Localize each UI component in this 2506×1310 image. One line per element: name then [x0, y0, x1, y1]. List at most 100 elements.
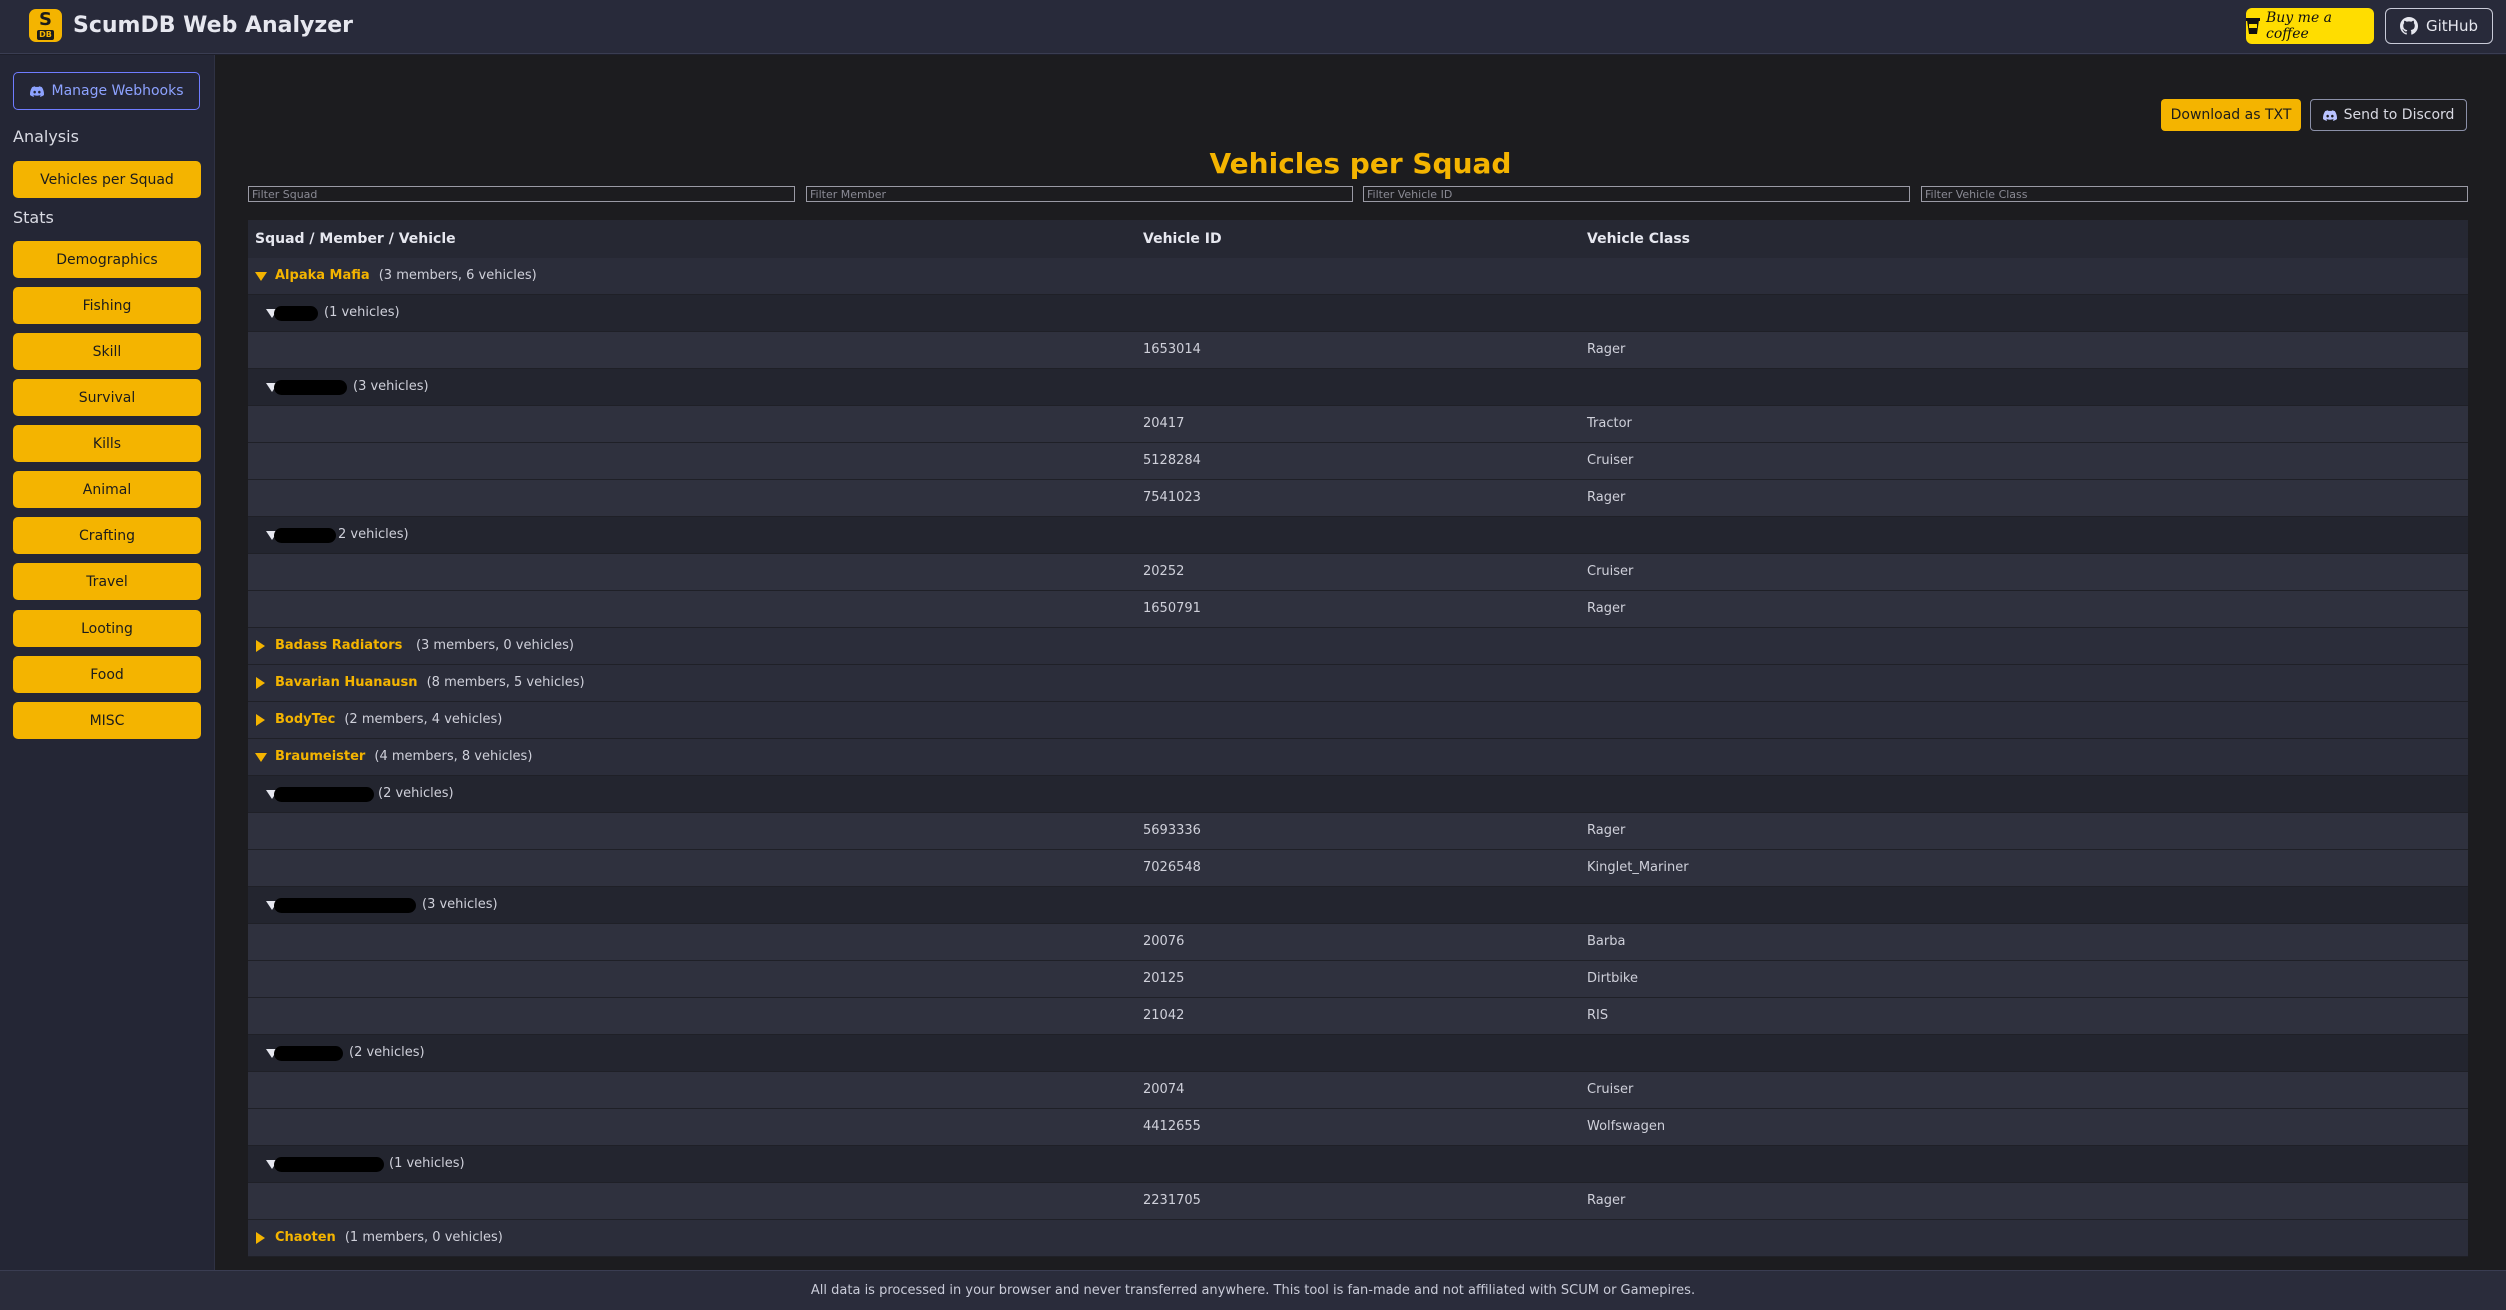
vehicle-class: Tractor [1587, 416, 1632, 431]
squad-row[interactable]: Bavarian Huanausn (8 members, 5 vehicles… [248, 665, 2468, 702]
vehicles-table: Squad / Member / Vehicle Vehicle ID Vehi… [248, 220, 2468, 1257]
member-meta: (3 vehicles) [353, 379, 429, 394]
vehicle-id: 1650791 [1143, 601, 1201, 616]
member-meta: (3 vehicles) [422, 897, 498, 912]
squad-meta: (4 members, 8 vehicles) [374, 749, 533, 764]
sidebar-item-travel[interactable]: Travel [13, 563, 201, 600]
squad-meta: (1 members, 0 vehicles) [344, 1230, 503, 1245]
sidebar-item-demographics[interactable]: Demographics [13, 241, 201, 278]
vehicle-class: Dirtbike [1587, 971, 1638, 986]
download-txt-button[interactable]: Download as TXT [2161, 99, 2301, 131]
vehicle-id: 7541023 [1143, 490, 1201, 505]
filter-member-input[interactable] [806, 186, 1353, 202]
redacted-member-name [274, 380, 347, 395]
vehicle-id: 20252 [1143, 564, 1185, 579]
redacted-member-name [274, 528, 336, 543]
app-logo-icon: S DB [29, 9, 62, 42]
member-row[interactable]: 2 vehicles) [248, 517, 2468, 554]
vehicle-id: 20417 [1143, 416, 1185, 431]
squad-meta: (8 members, 5 vehicles) [426, 675, 585, 690]
member-row[interactable]: (2 vehicles) [248, 776, 2468, 813]
filter-vehicle-id-input[interactable] [1363, 186, 1910, 202]
vehicle-class: Rager [1587, 823, 1626, 838]
collapse-caret-icon [256, 640, 265, 652]
collapse-caret-icon [256, 714, 265, 726]
member-meta: 2 vehicles) [338, 527, 409, 542]
sidebar-item-fishing[interactable]: Fishing [13, 287, 201, 324]
vehicle-id: 20076 [1143, 934, 1185, 949]
github-label: GitHub [2426, 17, 2478, 35]
vehicle-row: 2231705 Rager [248, 1183, 2468, 1220]
squad-row[interactable]: Chaoten (1 members, 0 vehicles) [248, 1220, 2468, 1257]
filter-vehicle-class-input[interactable] [1921, 186, 2468, 202]
collapse-caret-icon [256, 677, 265, 689]
send-to-discord-button[interactable]: Send to Discord [2310, 99, 2467, 131]
logo-letter: S [39, 9, 52, 30]
squad-name: Badass Radiators (3 members, 0 vehicles) [275, 638, 574, 653]
redacted-member-name [274, 1157, 384, 1172]
member-meta: (1 vehicles) [389, 1156, 465, 1171]
vehicle-row: 20125 Dirtbike [248, 961, 2468, 998]
member-row[interactable]: (1 vehicles) [248, 1146, 2468, 1183]
discord-icon [29, 85, 44, 97]
member-row[interactable]: (3 vehicles) [248, 887, 2468, 924]
vehicle-row: 1653014 Rager [248, 332, 2468, 369]
member-meta: (1 vehicles) [324, 305, 400, 320]
vehicle-row: 5128284 Cruiser [248, 443, 2468, 480]
app-title: ScumDB Web Analyzer [73, 13, 353, 38]
squad-meta: (3 members, 6 vehicles) [378, 268, 537, 283]
vehicle-row: 5693336 Rager [248, 813, 2468, 850]
column-header-vehicle-id: Vehicle ID [1143, 231, 1222, 247]
vehicle-class: RIS [1587, 1008, 1609, 1023]
github-icon [2400, 17, 2418, 35]
sidebar-item-survival[interactable]: Survival [13, 379, 201, 416]
sidebar-item-kills[interactable]: Kills [13, 425, 201, 462]
github-button[interactable]: GitHub [2385, 8, 2493, 44]
filter-squad-input[interactable] [248, 186, 795, 202]
vehicle-row: 21042 RIS [248, 998, 2468, 1035]
member-meta: (2 vehicles) [378, 786, 454, 801]
squad-name: Alpaka Mafia (3 members, 6 vehicles) [275, 268, 537, 283]
vehicle-class: Cruiser [1587, 453, 1634, 468]
sidebar-item-food[interactable]: Food [13, 656, 201, 693]
sidebar-item-animal[interactable]: Animal [13, 471, 201, 508]
squad-row[interactable]: Alpaka Mafia (3 members, 6 vehicles) [248, 258, 2468, 295]
squad-row[interactable]: Badass Radiators (3 members, 0 vehicles) [248, 628, 2468, 665]
coffee-label: Buy me a coffee [2266, 10, 2333, 42]
send-to-discord-label: Send to Discord [2343, 107, 2455, 123]
vehicle-id: 21042 [1143, 1008, 1185, 1023]
squad-row[interactable]: Braumeister (4 members, 8 vehicles) [248, 739, 2468, 776]
squad-row[interactable]: BodyTec (2 members, 4 vehicles) [248, 702, 2468, 739]
vehicle-class: Barba [1587, 934, 1626, 949]
squad-meta: (3 members, 0 vehicles) [415, 638, 574, 653]
expand-caret-icon [255, 753, 267, 762]
squad-name: Chaoten (1 members, 0 vehicles) [275, 1230, 503, 1245]
column-header-vehicle-class: Vehicle Class [1587, 231, 1690, 247]
vehicle-class: Rager [1587, 1193, 1626, 1208]
member-row[interactable]: (1 vehicles) [248, 295, 2468, 332]
manage-webhooks-button[interactable]: Manage Webhooks [13, 72, 200, 110]
vehicle-row: 7541023 Rager [248, 480, 2468, 517]
member-row[interactable]: (3 vehicles) [248, 369, 2468, 406]
stats-section-label: Stats [13, 208, 54, 227]
sidebar-item-misc[interactable]: MISC [13, 702, 201, 739]
vehicle-class: Rager [1587, 490, 1626, 505]
vehicle-id: 5128284 [1143, 453, 1201, 468]
analysis-section-label: Analysis [13, 127, 79, 146]
vehicle-row: 4412655 Wolfswagen [248, 1109, 2468, 1146]
sidebar-item-crafting[interactable]: Crafting [13, 517, 201, 554]
squad-name: Braumeister (4 members, 8 vehicles) [275, 749, 533, 764]
sidebar-item-looting[interactable]: Looting [13, 610, 201, 647]
buy-me-a-coffee-button[interactable]: Buy me a coffee [2246, 8, 2374, 44]
squad-name: Bavarian Huanausn (8 members, 5 vehicles… [275, 675, 585, 690]
vehicle-class: Cruiser [1587, 1082, 1634, 1097]
redacted-member-name [274, 898, 416, 913]
manage-webhooks-label: Manage Webhooks [51, 83, 184, 99]
vehicle-row: 20074 Cruiser [248, 1072, 2468, 1109]
vehicle-row: 7026548 Kinglet_Mariner [248, 850, 2468, 887]
filter-bar [248, 186, 2468, 202]
app-header: S DB ScumDB Web Analyzer Buy me a coffee… [0, 0, 2506, 54]
sidebar-item-vehicles-per-squad[interactable]: Vehicles per Squad [13, 161, 201, 198]
sidebar-item-skill[interactable]: Skill [13, 333, 201, 370]
member-row[interactable]: (2 vehicles) [248, 1035, 2468, 1072]
